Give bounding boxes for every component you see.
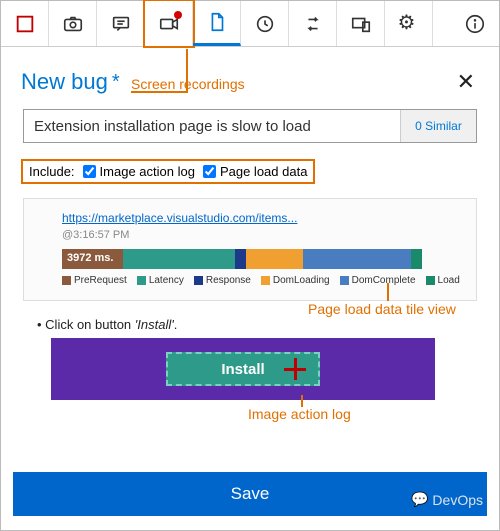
chat-icon[interactable]	[97, 1, 145, 46]
install-button[interactable]: Install	[166, 352, 320, 386]
camera-icon[interactable]	[49, 1, 97, 46]
callout-page-load-view: Page load data tile view	[308, 301, 456, 317]
bug-title-input[interactable]	[24, 110, 400, 142]
similar-button[interactable]: 0 Similar	[400, 110, 476, 142]
include-page-load[interactable]: Page load data	[203, 164, 307, 179]
save-button[interactable]: Save	[13, 472, 487, 516]
click-cross-icon	[294, 358, 297, 380]
bug-title-row: 0 Similar	[23, 109, 477, 143]
perf-legend: PreRequest Latency Response DomLoading D…	[62, 275, 464, 286]
seg-response	[235, 249, 246, 269]
seg-domloading	[246, 249, 304, 269]
devices-icon[interactable]	[337, 1, 385, 46]
legend-prerequest: PreRequest	[62, 275, 127, 286]
square-icon[interactable]	[1, 1, 49, 46]
legend-domcomplete: DomComplete	[340, 275, 416, 286]
seg-domcomplete	[303, 249, 411, 269]
include-options: Include: Image action log Page load data	[21, 159, 315, 184]
include-label: Include:	[29, 164, 75, 179]
action-bullet: • Click on button 'Install'.	[37, 317, 477, 332]
include-image-log-checkbox[interactable]	[83, 165, 96, 178]
legend-load: Load	[426, 275, 460, 286]
gear-icon[interactable]: ⚙	[385, 1, 433, 46]
seg-latency	[123, 249, 235, 269]
include-page-load-checkbox[interactable]	[203, 165, 216, 178]
video-icon[interactable]	[145, 1, 193, 46]
page-icon[interactable]	[193, 1, 241, 46]
clock-icon[interactable]	[241, 1, 289, 46]
info-icon[interactable]	[451, 1, 499, 46]
close-icon[interactable]: ✕	[453, 65, 479, 99]
asterisk-icon: *	[112, 71, 120, 94]
callout-image-action-log: Image action log	[248, 406, 351, 422]
timestamp: @3:16:57 PM	[62, 229, 464, 241]
record-dot-icon	[174, 11, 182, 19]
toolbar: ⚙	[1, 1, 499, 47]
legend-domloading: DomLoading	[261, 275, 330, 286]
url-link[interactable]: https://marketplace.visualstudio.com/ite…	[62, 211, 297, 225]
image-action-log: Install	[51, 338, 435, 400]
include-image-log[interactable]: Image action log	[83, 164, 195, 179]
install-label: Install	[221, 361, 264, 378]
seg-load	[411, 249, 422, 269]
details-panel: https://marketplace.visualstudio.com/ite…	[23, 198, 477, 301]
legend-response: Response	[194, 275, 251, 286]
perf-bar: 3972 ms.	[62, 249, 422, 269]
legend-latency: Latency	[137, 275, 184, 286]
page-title: New bug	[21, 69, 108, 95]
ms-label: 3972 ms.	[62, 249, 118, 267]
retweet-icon[interactable]	[289, 1, 337, 46]
